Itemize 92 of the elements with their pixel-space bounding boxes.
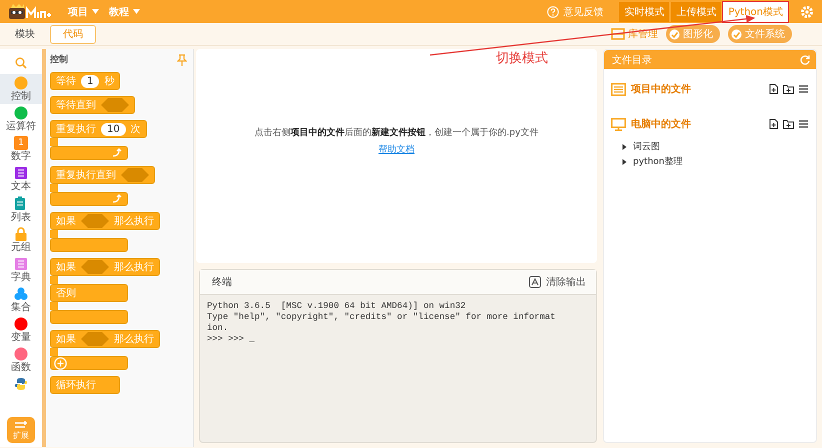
code-block[interactable]: 如果 那么执行 — [50, 212, 160, 230]
category-item[interactable]: 元组 — [0, 225, 42, 255]
code-block[interactable]: 如果 那么执行 — [50, 330, 160, 348]
category-item[interactable]: 集合 — [0, 285, 42, 315]
terminal-line: Type "help", "copyright", "credits" or "license" for more informat — [207, 312, 556, 323]
toggle-icon — [669, 28, 680, 40]
block-label: 如果 — [56, 261, 76, 274]
number-slot[interactable]: 1 — [81, 74, 100, 88]
number-icon: 1 — [14, 136, 28, 150]
plus-icon[interactable] — [54, 356, 67, 370]
terminal-line: Python 3.6.5 [MSC v.1900 64 bit AMD64)] on win32 — [207, 301, 467, 312]
annotation-label: 切换模式 — [496, 50, 548, 67]
tab[interactable]: 代码 — [50, 24, 96, 44]
empty-hint: 点击右侧项目中的文件后面的新建文件按钮，创建一个属于你的.py文件 — [254, 126, 538, 139]
block-spine — [50, 276, 58, 284]
category-item[interactable]: 变量 — [0, 315, 42, 345]
new-folder-icon[interactable] — [783, 84, 794, 94]
section-title: 电脑中的文件 — [631, 117, 691, 131]
code-block[interactable]: 重复执行 10 次 — [50, 120, 147, 138]
loop-arrow-icon — [111, 194, 122, 204]
logo-icon — [8, 2, 52, 20]
block-label: 那么执行 — [114, 260, 154, 274]
code-block[interactable]: 等待直到 — [50, 96, 135, 114]
file-panel-title: 文件目录 — [612, 54, 652, 66]
block-label: 循环执行 — [56, 378, 96, 392]
loop-arrow-icon — [111, 148, 122, 158]
mode-tab[interactable]: 实时模式 — [619, 2, 670, 22]
folder-item[interactable]: python整理 — [604, 154, 816, 169]
code-block[interactable]: 等待 1 秒 — [50, 72, 120, 90]
library-icon — [611, 28, 625, 40]
code-block[interactable]: 如果 那么执行 — [50, 258, 160, 276]
category-item[interactable]: 运算符 — [0, 104, 42, 134]
extension-button[interactable]: 扩展 — [7, 417, 35, 443]
condition-slot[interactable] — [81, 332, 109, 346]
refresh-icon[interactable] — [800, 54, 810, 64]
folder-item[interactable]: 词云图 — [604, 139, 816, 154]
clear-output-button[interactable]: 清除输出 — [529, 275, 586, 289]
caret-icon — [133, 9, 140, 14]
menu-icon[interactable] — [799, 120, 808, 128]
category-item[interactable]: 控制 — [0, 74, 42, 104]
else-block[interactable]: 否则 — [50, 284, 128, 302]
block-label: 如果 — [56, 333, 76, 346]
section-title: 项目中的文件 — [631, 82, 691, 96]
tool-button[interactable]: 文件系统 — [728, 25, 792, 43]
menu-button[interactable]: 项目 — [68, 4, 99, 18]
tool-button[interactable]: 图形化 — [666, 25, 720, 43]
sliders-icon — [14, 420, 28, 430]
number-slot[interactable]: 10 — [101, 122, 126, 136]
new-file-icon[interactable] — [769, 119, 778, 129]
search-icon[interactable] — [15, 57, 27, 69]
block-label: 否则 — [56, 287, 76, 300]
menu-button[interactable]: 教程 — [109, 4, 140, 18]
condition-slot[interactable] — [121, 168, 149, 182]
terminal-line: >>> >>> _ — [207, 334, 256, 345]
new-folder-icon[interactable] — [783, 120, 794, 128]
help-link[interactable]: 帮助文档 — [378, 143, 414, 156]
block-label: 重复执行 — [56, 122, 96, 136]
terminal-line: ion. — [207, 323, 230, 334]
terminal-title: 终端 — [212, 276, 232, 289]
category-item[interactable]: 文本 — [0, 164, 42, 194]
feedback-button[interactable]: 意见反馈 — [547, 4, 604, 18]
block-label: 如果 — [56, 215, 76, 228]
monitor-icon — [611, 118, 626, 130]
block-label: 重复执行直到 — [56, 168, 116, 182]
condition-slot[interactable] — [101, 98, 129, 112]
block-spine — [50, 302, 58, 310]
menu-icon[interactable] — [799, 85, 808, 93]
block-label: 那么执行 — [114, 214, 154, 228]
category-item[interactable]: 函数 — [0, 345, 42, 375]
mode-tab[interactable]: 上传模式 — [671, 2, 722, 22]
block-label: 等待 — [56, 74, 76, 88]
list-icon — [611, 82, 626, 96]
category-item[interactable]: 列表 — [0, 194, 42, 225]
block-label: 等待直到 — [56, 98, 96, 112]
code-block[interactable]: 重复执行直到 — [50, 166, 155, 184]
block-label: 那么执行 — [114, 332, 154, 346]
code-block[interactable]: 循环执行 — [50, 376, 120, 394]
category-item[interactable]: 字典 — [0, 255, 42, 285]
pin-icon[interactable] — [177, 54, 187, 66]
new-file-icon[interactable] — [769, 84, 778, 94]
category-item[interactable]: 1 数字 — [0, 134, 42, 164]
settings-icon[interactable] — [800, 4, 814, 18]
mode-tab[interactable]: Python模式 — [723, 2, 788, 22]
block-label: 次 — [130, 123, 141, 136]
condition-slot[interactable] — [81, 260, 109, 274]
palette-title: 控制 — [50, 54, 68, 66]
toggle-icon — [731, 28, 742, 40]
block-label: 秒 — [104, 74, 114, 88]
caret-icon — [92, 9, 99, 14]
condition-slot[interactable] — [81, 214, 109, 228]
help-icon — [547, 6, 560, 18]
block-spine — [50, 230, 58, 238]
